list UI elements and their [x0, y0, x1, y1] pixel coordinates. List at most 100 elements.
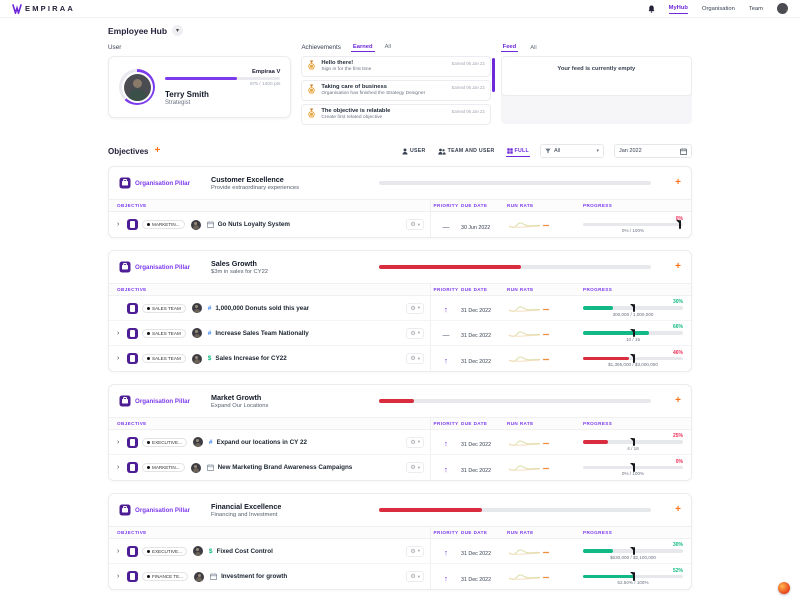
objective-title[interactable]: Investment for growth	[221, 573, 287, 580]
objective-title[interactable]: Go Nuts Loyalty System	[218, 221, 290, 228]
priority-up-icon: ↑	[444, 464, 448, 474]
objective-title[interactable]: Sales Increase for CY22	[215, 355, 286, 362]
objective-title[interactable]: Expand our locations in CY 22	[217, 439, 308, 446]
dollar-icon: $	[207, 355, 212, 362]
owner-avatar[interactable]	[194, 571, 205, 582]
objectives-title: Objectives	[108, 146, 149, 156]
user-avatar[interactable]	[123, 73, 151, 101]
due-date: 31 Dec 2022	[461, 333, 492, 339]
expand-chevron-icon[interactable]: ›	[117, 464, 123, 471]
owner-avatar[interactable]	[190, 462, 201, 473]
topbar-avatar[interactable]	[777, 3, 788, 14]
progress-marker-handle[interactable]	[630, 328, 635, 338]
owner-avatar[interactable]	[191, 353, 202, 364]
objective-row: › FINANCE TE... Investment for growth ⚙ ▾…	[109, 564, 691, 589]
row-settings-button[interactable]: ⚙ ▾	[406, 462, 424, 473]
row-settings-button[interactable]: ⚙ ▾	[406, 545, 424, 557]
pillar-title: Sales Growth	[211, 259, 257, 268]
progress-slider[interactable]	[583, 437, 683, 447]
achievement-item[interactable]: Hello there! Sign in for the first time …	[301, 56, 491, 77]
progress-slider[interactable]	[583, 220, 683, 229]
nav-myhub[interactable]: MyHub	[668, 3, 688, 14]
objective-title[interactable]: Increase Sales Team Nationally	[215, 330, 308, 337]
progress-slider[interactable]	[583, 328, 683, 338]
owner-avatar[interactable]	[191, 328, 202, 338]
team-tag[interactable]: MARKETIN...	[142, 463, 185, 472]
progress-marker-handle[interactable]	[630, 303, 635, 313]
progress-marker-handle[interactable]	[630, 437, 635, 447]
add-objective-to-pillar-button[interactable]: +	[675, 262, 681, 272]
due-date: 31 Dec 2022	[461, 576, 492, 583]
row-settings-button[interactable]: ⚙ ▾	[406, 353, 424, 364]
bell-icon[interactable]	[648, 5, 655, 13]
expand-chevron-icon[interactable]: ›	[117, 439, 123, 446]
team-tag[interactable]: EXECUTIVE...	[142, 546, 187, 556]
team-tag[interactable]: SALES TEAM	[142, 354, 186, 363]
row-settings-button[interactable]: ⚙ ▾	[406, 302, 424, 314]
empiraa-logo[interactable]: EMPIRAA	[12, 3, 75, 14]
owner-avatar[interactable]	[190, 219, 201, 230]
pillar-badge[interactable]: Organisation Pillar	[119, 177, 203, 189]
view-toggle-team-and-user[interactable]: TEAM AND USER	[437, 146, 496, 157]
expand-chevron-icon[interactable]: ›	[117, 355, 123, 362]
scrollbar[interactable]	[492, 58, 495, 92]
chat-widget-button[interactable]	[778, 582, 790, 594]
achievements-tab-earned[interactable]: Earned	[350, 43, 375, 52]
progress-marker-handle[interactable]	[676, 220, 681, 229]
team-tag[interactable]: SALES TEAM	[142, 328, 186, 338]
nav-organisation[interactable]: Organisation	[702, 4, 735, 14]
add-objective-button[interactable]: +	[154, 146, 160, 156]
achievement-item[interactable]: Taking care of business Organisation has…	[301, 80, 491, 101]
objective-title[interactable]: Fixed Cost Control	[217, 548, 273, 555]
pillar-badge[interactable]: Organisation Pillar	[119, 261, 203, 273]
team-tag[interactable]: SALES TEAM	[142, 303, 186, 313]
achievements-tab-all[interactable]: All	[383, 43, 393, 52]
progress-slider[interactable]	[583, 303, 683, 313]
add-objective-to-pillar-button[interactable]: +	[675, 505, 681, 515]
progress-slider[interactable]	[583, 546, 683, 556]
team-tag[interactable]: MARKETIN...	[142, 220, 185, 229]
tab-feed[interactable]: Feed	[500, 43, 519, 52]
add-objective-to-pillar-button[interactable]: +	[675, 396, 681, 406]
row-settings-button[interactable]: ⚙ ▾	[406, 327, 424, 339]
team-tag[interactable]: EXECUTIVE...	[142, 437, 187, 447]
achievement-item[interactable]: The objective is relatable Create first …	[301, 104, 491, 125]
expand-chevron-icon[interactable]: ›	[117, 330, 123, 337]
progress-marker-handle[interactable]	[630, 572, 635, 581]
hub-selector[interactable]: Employee Hub ▾	[108, 25, 692, 36]
chevron-down-icon[interactable]: ▾	[172, 25, 184, 36]
nav-team[interactable]: Team	[749, 4, 763, 14]
progress-slider[interactable]	[583, 463, 683, 472]
progress-label: 300,000 / 1,000,000	[612, 311, 654, 317]
progress-marker-handle[interactable]	[630, 354, 635, 363]
view-toggle-user[interactable]: USER	[401, 146, 427, 157]
progress-slider[interactable]	[583, 354, 683, 363]
date-picker[interactable]: Jan 2022	[614, 144, 692, 158]
tab-feed-all[interactable]: All	[528, 44, 538, 52]
objective-title[interactable]: 1,000,000 Donuts sold this year	[215, 305, 309, 312]
objective-title[interactable]: New Marketing Brand Awareness Campaigns	[218, 464, 353, 471]
add-objective-to-pillar-button[interactable]: +	[675, 178, 681, 188]
team-tag[interactable]: FINANCE TE...	[142, 572, 189, 581]
progress-slider[interactable]	[583, 572, 683, 581]
progress-marker-handle[interactable]	[630, 463, 635, 472]
owner-avatar[interactable]	[191, 303, 202, 313]
header-due-date: DUE DATE	[461, 530, 488, 535]
expand-chevron-icon[interactable]: ›	[117, 548, 123, 555]
row-settings-button[interactable]: ⚙ ▾	[406, 436, 424, 448]
priority-none-icon: —	[442, 223, 450, 231]
expand-chevron-icon[interactable]: ›	[117, 221, 123, 228]
achievements-title: Achievements	[301, 44, 341, 51]
view-toggle-full[interactable]: FULL	[505, 146, 530, 157]
row-settings-button[interactable]: ⚙ ▾	[406, 571, 424, 582]
expand-chevron-icon[interactable]: ›	[117, 573, 123, 580]
user-level: Empiraa V	[251, 68, 281, 75]
pillar-badge[interactable]: Organisation Pillar	[119, 504, 203, 516]
progress-badge: 25%	[672, 433, 683, 440]
row-settings-button[interactable]: ⚙ ▾	[406, 219, 424, 230]
progress-marker-handle[interactable]	[630, 546, 635, 556]
pillar-badge[interactable]: Organisation Pillar	[119, 395, 203, 407]
filter-dropdown[interactable]: All ▾	[540, 144, 604, 158]
owner-avatar[interactable]	[192, 437, 203, 447]
owner-avatar[interactable]	[192, 546, 203, 556]
